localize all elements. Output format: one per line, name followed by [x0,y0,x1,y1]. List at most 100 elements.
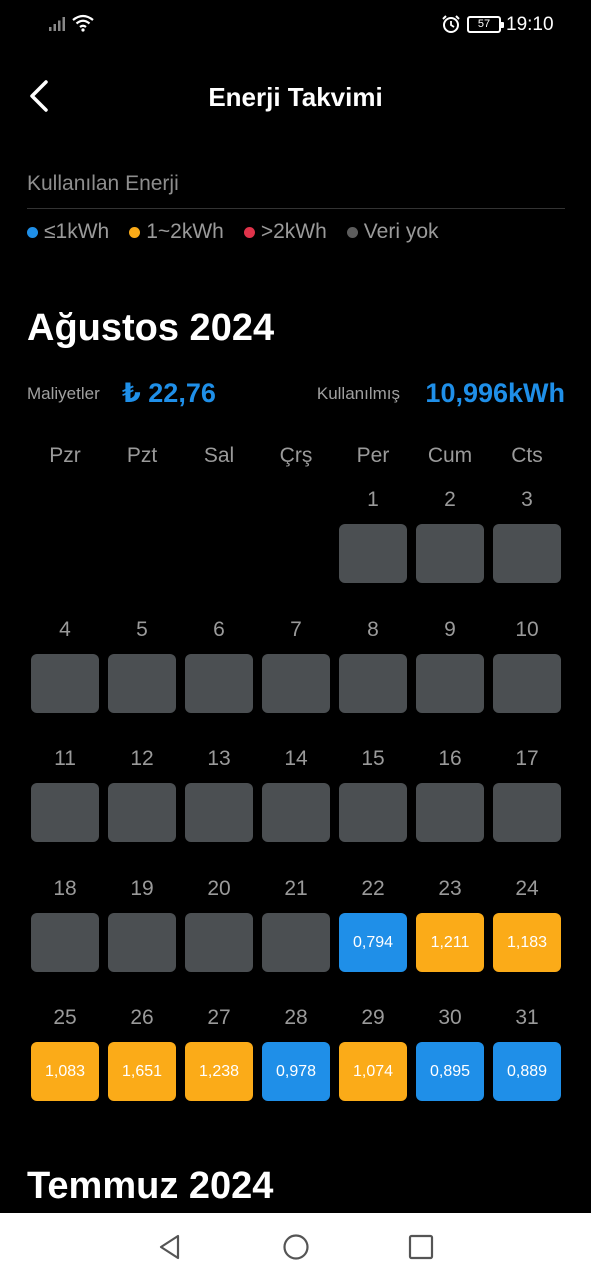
day-cell[interactable] [108,783,176,842]
battery-icon: 57 [467,16,504,33]
page-title: Enerji Takvimi [208,82,383,112]
weekday-label: Pzt [126,444,158,467]
day-number: 28 [284,1006,308,1029]
next-month-title: Temmuz 2024 [27,1165,274,1207]
day-number: 22 [361,877,385,900]
section-label: Kullanılan Enerji [27,172,179,195]
day-cell[interactable] [262,913,330,972]
day-cell[interactable] [262,654,330,713]
legend-label: ≤1kWh [44,220,110,243]
day-cell[interactable] [416,783,484,842]
day-cell[interactable] [31,783,99,842]
day-cell[interactable] [339,654,407,713]
signal-icon [49,17,65,31]
day-number: 15 [361,747,385,770]
day-cell[interactable] [31,654,99,713]
day-cell[interactable] [416,524,484,583]
day-number: 27 [207,1006,231,1029]
weekday-label: Sal [203,444,235,467]
status-time: 19:10 [506,14,554,35]
day-number: 13 [207,747,231,770]
day-cell[interactable]: 1,083 [31,1042,99,1101]
day-cell[interactable]: 0,895 [416,1042,484,1101]
day-cell[interactable]: 1,238 [185,1042,253,1101]
day-number: 9 [444,618,456,641]
day-number: 30 [438,1006,462,1029]
navigation-bar [0,1213,591,1280]
day-cell[interactable]: 0,978 [262,1042,330,1101]
day-number: 1 [367,488,379,511]
day-number: 7 [290,618,302,641]
day-number: 5 [136,618,148,641]
day-cell[interactable]: 1,651 [108,1042,176,1101]
day-number: 19 [130,877,154,900]
legend-item-mid: 1~2kWh [129,220,224,244]
day-cell[interactable] [31,913,99,972]
weekday-label: Çrş [279,444,313,467]
day-number: 14 [284,747,308,770]
day-cell[interactable]: 0,889 [493,1042,561,1101]
day-number: 24 [515,877,539,900]
day-number: 3 [521,488,533,511]
cost-label: Maliyetler [27,384,100,403]
day-number: 29 [361,1006,385,1029]
legend: ≤1kWh 1~2kWh >2kWh Veri yok [27,220,459,244]
day-number: 31 [515,1006,539,1029]
day-number: 23 [438,877,462,900]
day-number: 20 [207,877,231,900]
wifi-icon [72,14,94,32]
status-bar: 57 19:10 [0,0,591,50]
day-number: 8 [367,618,379,641]
nav-home-icon[interactable] [282,1233,310,1261]
day-number: 17 [515,747,539,770]
day-cell[interactable]: 0,794 [339,913,407,972]
day-cell[interactable] [108,913,176,972]
day-cell[interactable] [493,783,561,842]
weekday-label: Pzr [49,444,81,467]
cost-value: ₺ 22,76 [122,378,216,408]
day-number: 11 [54,747,76,770]
day-cell[interactable] [493,654,561,713]
usage-value: 10,996kWh [425,378,565,408]
day-cell[interactable] [185,913,253,972]
nav-back-icon[interactable] [156,1233,184,1261]
nav-recents-icon[interactable] [408,1234,434,1260]
day-cell[interactable] [262,783,330,842]
weekday-label: Cum [427,444,473,467]
day-cell[interactable]: 1,074 [339,1042,407,1101]
day-number: 2 [444,488,456,511]
day-cell[interactable]: 1,183 [493,913,561,972]
day-number: 18 [53,877,77,900]
weekday-label: Cts [511,444,543,467]
day-cell[interactable] [339,783,407,842]
legend-item-low: ≤1kWh [27,220,109,244]
legend-label: 1~2kWh [146,220,224,243]
usage-label: Kullanılmış [316,384,400,403]
day-cell[interactable] [339,524,407,583]
month-title: Ağustos 2024 [27,307,275,349]
day-number: 12 [130,747,154,770]
day-number: 4 [59,618,71,641]
day-cell[interactable]: 1,211 [416,913,484,972]
legend-item-high: >2kWh [243,220,327,244]
weekday-label: Per [356,444,390,467]
day-number: 10 [515,618,539,641]
day-number: 21 [284,877,308,900]
day-cell[interactable] [493,524,561,583]
day-cell[interactable] [185,783,253,842]
day-cell[interactable] [416,654,484,713]
day-cell[interactable] [185,654,253,713]
legend-label: Veri yok [363,220,439,243]
legend-label: >2kWh [260,220,327,243]
legend-item-nodata: Veri yok [346,220,439,244]
legend-dot-red [243,226,255,238]
divider [27,208,565,209]
day-number: 16 [438,747,462,770]
day-cell[interactable] [108,654,176,713]
legend-dot-blue [27,226,38,238]
alarm-icon [442,15,460,33]
day-number: 26 [130,1006,154,1029]
month-summary: Maliyetler ₺ 22,76 Kullanılmış 10,996kWh [27,378,565,414]
day-number: 25 [53,1006,77,1029]
legend-dot-gray [346,226,358,238]
